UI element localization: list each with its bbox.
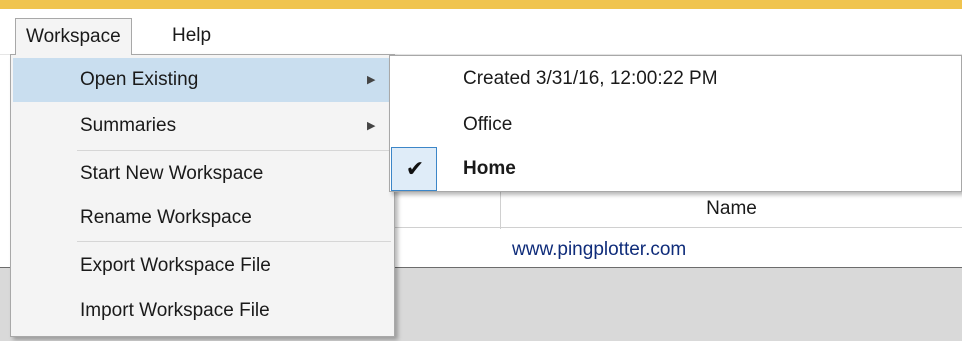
menu-item-summaries[interactable]: Summaries ▶ bbox=[13, 104, 392, 148]
menu-item-label: Summaries bbox=[80, 115, 177, 136]
submenu-item-label: Office bbox=[463, 114, 513, 135]
menu-item-start-new-workspace[interactable]: Start New Workspace bbox=[13, 152, 392, 196]
menu-item-label: Start New Workspace bbox=[80, 163, 264, 184]
grid-header: Name bbox=[390, 190, 962, 229]
menu-item-label: Import Workspace File bbox=[80, 300, 270, 321]
submenu-arrow-icon: ▶ bbox=[367, 120, 376, 132]
menu-workspace[interactable]: Workspace bbox=[15, 18, 132, 55]
checkmark-icon: ✔ bbox=[405, 156, 425, 181]
menu-help[interactable]: Help bbox=[162, 18, 221, 55]
submenu-item-label: Home bbox=[463, 158, 516, 179]
submenu-item-label: Created 3/31/16, 12:00:22 PM bbox=[463, 68, 718, 89]
open-existing-submenu: Created 3/31/16, 12:00:22 PM Office ✔ Ho… bbox=[389, 55, 962, 192]
menu-item-label: Export Workspace File bbox=[80, 255, 271, 276]
menu-bar: Workspace Help bbox=[0, 9, 962, 55]
submenu-item-created[interactable]: Created 3/31/16, 12:00:22 PM bbox=[391, 57, 961, 101]
submenu-item-home[interactable]: ✔ Home bbox=[391, 147, 961, 191]
column-header-name[interactable]: Name bbox=[501, 191, 962, 228]
menu-item-export-workspace-file[interactable]: Export Workspace File bbox=[13, 244, 392, 288]
menu-separator bbox=[77, 150, 391, 151]
submenu-arrow-icon: ▶ bbox=[367, 74, 376, 86]
menu-item-rename-workspace[interactable]: Rename Workspace bbox=[13, 196, 392, 240]
menu-item-open-existing[interactable]: Open Existing ▶ bbox=[13, 58, 392, 102]
menu-item-label: Open Existing bbox=[80, 69, 199, 90]
submenu-item-office[interactable]: Office bbox=[391, 103, 961, 147]
menu-item-import-workspace-file[interactable]: Import Workspace File bbox=[13, 289, 392, 333]
menu-separator bbox=[77, 241, 391, 242]
checkmark-box: ✔ bbox=[391, 147, 437, 191]
grid-row-name-cell[interactable]: www.pingplotter.com bbox=[512, 232, 686, 268]
workspace-dropdown-menu: Open Existing ▶ Summaries ▶ Start New Wo… bbox=[10, 54, 395, 337]
menu-item-label: Rename Workspace bbox=[80, 207, 252, 228]
window-title-strip bbox=[0, 0, 962, 9]
